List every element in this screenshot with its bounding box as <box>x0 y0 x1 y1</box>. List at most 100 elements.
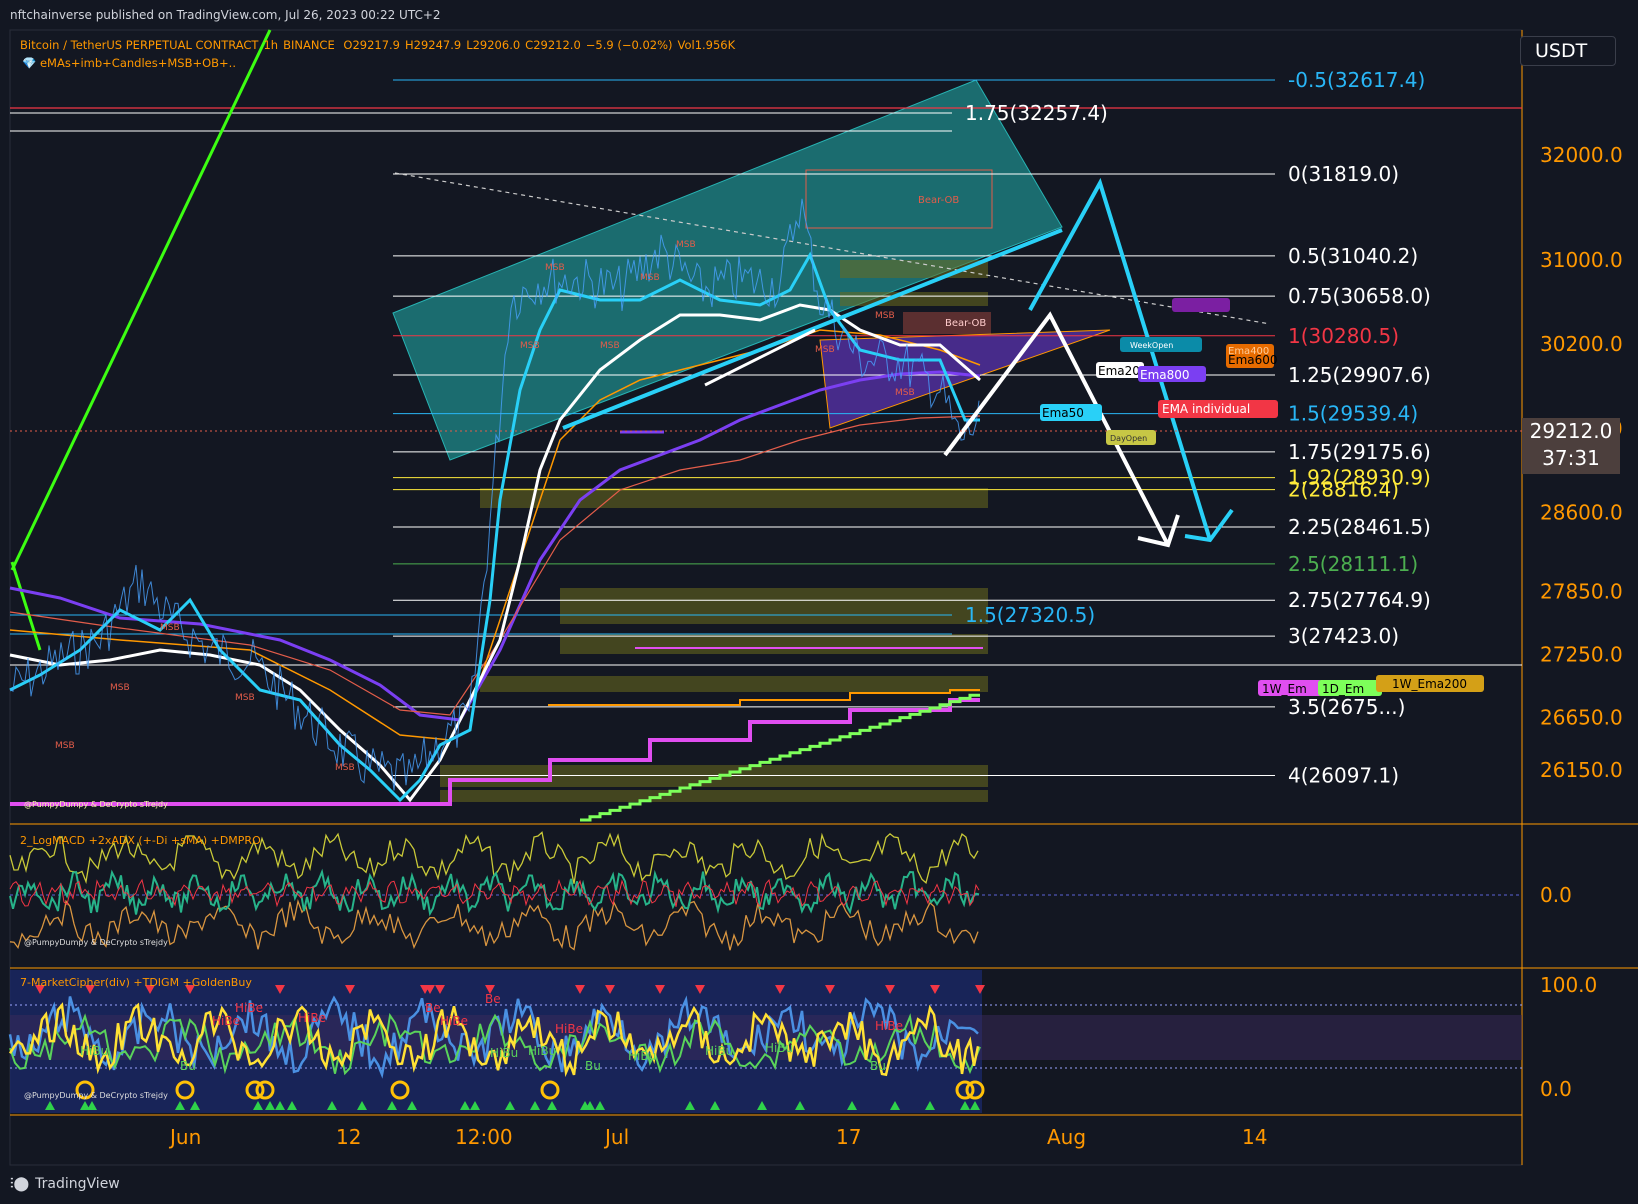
fib-label: 2.5(28111.1) <box>1288 552 1418 576</box>
price-tick: 27250.0 <box>1540 642 1623 666</box>
symbol-legend: Bitcoin / TetherUS PERPETUAL CONTRACT 1h B… <box>20 38 740 52</box>
price-tick: 28600.0 <box>1540 500 1623 524</box>
purple-tag <box>1172 298 1230 312</box>
fib-label: 0(31819.0) <box>1288 162 1399 186</box>
symbol-timeframe: 1h <box>263 38 279 52</box>
fib-label: 1.5(29539.4) <box>1288 402 1418 426</box>
price-tick: 26650.0 <box>1540 705 1623 729</box>
mc-signal-label: Be <box>485 992 501 1006</box>
dayopen-label: DayOpen <box>1110 434 1147 443</box>
mc-signal-label: HiBu <box>528 1044 556 1058</box>
msb-label: MSB <box>600 341 620 351</box>
mc-signal-label: HiBe <box>440 1014 468 1028</box>
msb-label: MSB <box>676 240 696 250</box>
ohlc-low: L29206.0 <box>466 38 521 52</box>
time-tick: Jun <box>168 1125 201 1149</box>
1w-ema200-label: 1W_Ema200 <box>1392 677 1467 691</box>
mc-tick: 0.0 <box>1540 1077 1572 1101</box>
mc-watermark: @PumpyDumpy & DeCrypto sTrejdy <box>24 1091 168 1100</box>
fib-label: 3.5(2675...) <box>1288 695 1405 719</box>
chart-canvas[interactable]: WeekOpen Ema400 Ema600 Ema200 Ema800 EMA… <box>0 0 1638 1204</box>
time-tick: 12:00 <box>455 1125 513 1149</box>
mc-signal-label: Be <box>425 1001 441 1015</box>
symbol-exchange: BINANCE <box>283 38 335 52</box>
ema800-label: Ema800 <box>1140 368 1190 382</box>
mc-signal-label: HiBu <box>80 1044 108 1058</box>
time-tick: Aug <box>1047 1125 1086 1149</box>
ohlc-close: C29212.0 <box>525 38 581 52</box>
msb-label: MSB <box>640 273 660 283</box>
1d-em-label: 1D_Em <box>1322 682 1364 696</box>
mc-signal-label: HiBe <box>875 1019 903 1033</box>
msb-label: MSB <box>895 388 915 398</box>
candle-countdown: 37:31 <box>1542 446 1600 470</box>
msb-label: MSB <box>235 693 255 703</box>
mc-signal-label: Bu <box>870 1059 886 1073</box>
weekopen-label: WeekOpen <box>1130 341 1173 350</box>
fib-label: 4(26097.1) <box>1288 764 1399 788</box>
time-tick: 17 <box>836 1125 861 1149</box>
fib-label: 1(30280.5) <box>1288 324 1399 348</box>
price-tick: 27850.0 <box>1540 579 1623 603</box>
time-tick: 12 <box>336 1125 361 1149</box>
bear-ob-label-1: Bear-OB <box>918 195 959 206</box>
fib-label: 3(27423.0) <box>1288 624 1399 648</box>
fib-label: 2.25(28461.5) <box>1288 515 1431 539</box>
mc-signal-label: Bu <box>180 1059 196 1073</box>
price-tick: 32000.0 <box>1540 143 1623 167</box>
mc-signal-label: HiBu <box>765 1041 793 1055</box>
tradingview-footer[interactable]: ⫶⬤ TradingView <box>10 1176 120 1192</box>
mc-signal-label: HiBu <box>705 1044 733 1058</box>
mc-signal-label: HiBe <box>212 1014 240 1028</box>
currency-button[interactable]: USDT <box>1520 36 1616 66</box>
macd-title: 2_LogMACD +2xADX (+-Di +sMA) +DMPRO <box>20 834 261 847</box>
fib-label: 2(28816.4) <box>1288 478 1399 502</box>
fib-label: 1.25(29907.6) <box>1288 363 1431 387</box>
mc-signal-label: HiBe <box>235 1001 263 1015</box>
indicator-legend[interactable]: 💎 eMAs+imb+Candles+MSB+OB+.. <box>22 56 236 70</box>
ema50-label: Ema50 <box>1042 406 1084 420</box>
price-tick: 31000.0 <box>1540 248 1623 272</box>
msb-label: MSB <box>520 341 540 351</box>
fib-label: 0.5(31040.2) <box>1288 244 1418 268</box>
1w-em-label: 1W_Em <box>1262 682 1307 696</box>
msb-label: MSB <box>545 263 565 273</box>
price-axis: 32000.031000.030200.029400.028600.027850… <box>1540 143 1623 1101</box>
ema600-label: Ema600 <box>1228 353 1278 367</box>
price-tick: 26150.0 <box>1540 758 1623 782</box>
msb-label: MSB <box>160 623 180 633</box>
fib-label: 1.5(27320.5) <box>965 603 1095 627</box>
mc-signal-label: HiBe <box>298 1011 326 1025</box>
fib-label: -0.5(32617.4) <box>1288 68 1425 92</box>
macd-watermark: @PumpyDumpy & DeCrypto sTrejdy <box>24 938 168 947</box>
msb-label: MSB <box>55 741 75 751</box>
volume: Vol1.956K <box>677 38 736 52</box>
fib-label: 0.75(30658.0) <box>1288 284 1431 308</box>
mc-signal-label: HiBu <box>490 1046 518 1060</box>
msb-label: MSB <box>335 763 355 773</box>
mc-signal-label: HiBe <box>555 1022 583 1036</box>
msb-label: MSB <box>110 683 130 693</box>
macd-tick: 0.0 <box>1540 883 1572 907</box>
ohlc-change: −5.9 (−0.02%) <box>585 38 673 52</box>
fib-label: 1.75(32257.4) <box>965 101 1108 125</box>
mc-title: 7-MarketCipher(div) +TDIGM +GoldenBuy <box>20 976 252 989</box>
fib-label: 1.75(29175.6) <box>1288 440 1431 464</box>
symbol-name: Bitcoin / TetherUS PERPETUAL CONTRACT <box>20 38 259 52</box>
fib-label: 2.75(27764.9) <box>1288 588 1431 612</box>
ohlc-open: O29217.9 <box>343 38 400 52</box>
current-price-value: 29212.0 <box>1529 419 1613 443</box>
price-tick: 30200.0 <box>1540 332 1623 356</box>
msb-label: MSB <box>815 345 835 355</box>
ohlc-high: H29247.9 <box>405 38 462 52</box>
main-watermark: @PumpyDumpy & DeCrypto sTrejdy <box>24 800 168 809</box>
mc-tick: 100.0 <box>1540 973 1597 997</box>
bear-ob-label-2: Bear-OB <box>945 318 986 329</box>
msb-label: MSB <box>875 311 895 321</box>
current-price-badge: 29212.0 37:31 <box>1522 418 1620 474</box>
time-tick: Jul <box>603 1125 629 1149</box>
tradingview-logo-icon: ⫶⬤ <box>10 1176 30 1192</box>
time-tick: 14 <box>1242 1125 1267 1149</box>
footer-text: TradingView <box>35 1176 120 1192</box>
mc-signal-label: HiBu <box>628 1049 656 1063</box>
